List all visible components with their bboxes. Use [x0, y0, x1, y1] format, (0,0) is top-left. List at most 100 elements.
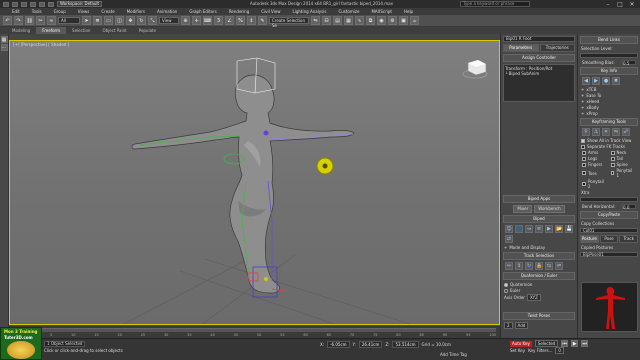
character-mesh[interactable] [131, 74, 355, 294]
ribbon-tab[interactable]: Selection [66, 27, 96, 34]
convert-icon[interactable]: ⇄ [505, 235, 513, 243]
fk-track-checkbox[interactable] [610, 171, 615, 175]
fk-track-option[interactable]: Ponytail 2 [582, 179, 608, 189]
load-file-icon[interactable]: 📂 [555, 225, 563, 233]
unlink-icon[interactable]: ✂ [36, 16, 45, 25]
align-icon[interactable]: ⊟ [322, 16, 331, 25]
copy-mode-tab[interactable]: Track [619, 235, 639, 243]
timeline-track[interactable] [29, 328, 496, 332]
fk-track-checkbox[interactable] [582, 162, 586, 167]
workspace-dropdown[interactable]: Workspace: Default [57, 1, 103, 7]
menu-item[interactable]: Edit [6, 8, 26, 15]
twist-poses-rollout[interactable]: Twist Poses [503, 312, 575, 320]
minimize-button[interactable]: – [602, 0, 614, 8]
key-filters-button[interactable]: Key Filters... [528, 348, 552, 353]
fk-track-option[interactable]: Toes [582, 168, 608, 178]
ribbon-tab[interactable]: Populate [133, 27, 162, 34]
edit-named-selection-icon[interactable]: ✎ [258, 16, 267, 25]
select-object-icon[interactable]: ➤ [82, 16, 91, 25]
y-coordinate-field[interactable]: 26.41cm [358, 341, 383, 348]
menu-item[interactable]: Help [398, 8, 419, 15]
anchor-icon[interactable]: ⚓ [592, 128, 600, 136]
body-rotation-icon[interactable]: ↻ [525, 262, 533, 270]
posture-field[interactable]: BipPose01 [580, 252, 638, 257]
selection-filter-dropdown[interactable]: All [58, 17, 80, 24]
fk-track-option[interactable]: Arms [582, 150, 608, 155]
track-selection-rollout[interactable]: Track Selection [503, 252, 575, 260]
graphite-ribbon-icon[interactable]: ▦ [344, 16, 353, 25]
play-icon[interactable]: ▶ [571, 340, 579, 347]
fk-track-option[interactable]: Neck [610, 150, 637, 155]
curve-editor-icon[interactable]: ∿ [355, 16, 364, 25]
select-by-name-icon[interactable]: ≣ [93, 16, 102, 25]
twist-pose-field[interactable]: 2 [504, 322, 513, 329]
viewport-layout-icon[interactable]: ▦ [0, 36, 8, 43]
delete-key-icon[interactable]: ✖ [612, 77, 620, 85]
save-file-icon[interactable] [30, 1, 36, 7]
auto-key-button[interactable]: Auto Key [510, 340, 532, 347]
menu-item[interactable]: MAXScript [365, 8, 398, 15]
new-file-icon[interactable] [12, 1, 18, 7]
render-production-icon[interactable]: ☕ [410, 16, 419, 25]
motion-tab[interactable]: Trajectories [539, 44, 575, 52]
key-info-item[interactable]: + xBody [581, 105, 637, 110]
select-scale-icon[interactable]: ⤡ [148, 16, 157, 25]
figure-mode-icon[interactable]: ☺ [505, 225, 513, 233]
next-key-icon[interactable]: ▶ [592, 77, 600, 85]
symmetrical-icon[interactable]: ⇆ [545, 262, 553, 270]
biped-playback-icon[interactable]: ▶ [545, 225, 553, 233]
go-end-icon[interactable]: ⏭ [581, 340, 589, 347]
fk-track-checkbox[interactable] [610, 156, 615, 161]
separate-fk-checkbox[interactable] [581, 144, 585, 149]
set-parents-icon[interactable]: ⚲ [582, 128, 590, 136]
clear-key-icon[interactable]: ✕ [602, 128, 610, 136]
object-name-field[interactable]: Bip01 R Foot [503, 36, 575, 42]
menu-item[interactable]: Rendering [223, 8, 255, 15]
perspective-viewport[interactable] [9, 40, 500, 325]
xtra-field[interactable] [580, 197, 638, 202]
percent-snap-icon[interactable]: % [236, 16, 245, 25]
ribbon-tab[interactable]: Modeling [6, 27, 36, 34]
ribbon-tab[interactable]: Object Paint [96, 27, 132, 34]
search-input[interactable]: Type a keyword or phrase [460, 1, 530, 7]
select-manipulate-icon[interactable]: ✛ [192, 16, 201, 25]
set-key-button[interactable]: Set Key [510, 348, 525, 353]
z-coordinate-field[interactable]: 53.514cm [392, 341, 419, 348]
motion-tab[interactable]: Parameters [503, 44, 539, 52]
redo-icon[interactable] [48, 1, 54, 7]
bend-links-rollout[interactable]: Bend Links [580, 36, 638, 44]
keyboard-shortcut-icon[interactable]: ⌨ [203, 16, 212, 25]
axis-order-dropdown[interactable]: XYZ [526, 294, 541, 301]
save-file-icon[interactable]: 💾 [565, 225, 573, 233]
snaps-toggle-icon[interactable]: 3 [214, 16, 223, 25]
fk-track-checkbox[interactable] [582, 156, 586, 161]
app-menu-icon[interactable] [3, 1, 9, 7]
timeline[interactable]: 0510152025303540455055606570758085909510… [9, 326, 500, 338]
pivot-center-icon[interactable]: ⊕ [181, 16, 190, 25]
close-button[interactable]: ✕ [626, 0, 638, 8]
undo-icon[interactable] [39, 1, 45, 7]
fk-track-option[interactable]: Legs [582, 156, 608, 161]
biped-apps-rollout[interactable]: Biped Apps [503, 195, 575, 203]
rectangular-selection-icon[interactable]: ▭ [104, 16, 113, 25]
fk-track-checkbox[interactable] [610, 162, 615, 167]
go-start-icon[interactable]: ⏮ [561, 340, 569, 347]
key-info-rollout[interactable]: Key Info [580, 67, 638, 75]
controller-tree[interactable]: Transform : Position/Rot └ Biped SubAnim [503, 64, 575, 102]
render-setup-icon[interactable]: ⚙ [388, 16, 397, 25]
copy-mode-tab[interactable]: Posture [580, 235, 599, 243]
key-info-item[interactable]: + xTCB [581, 87, 637, 92]
motion-flow-icon[interactable]: ↝ [525, 225, 533, 233]
bend-horizontal-field[interactable]: 0.0 [622, 204, 636, 210]
biped-app-button[interactable]: Mixer [513, 205, 533, 213]
mode-display-toggle[interactable]: + Mode and Display [504, 245, 574, 250]
menu-item[interactable]: Group [48, 8, 72, 15]
select-rotate-icon[interactable]: ↻ [137, 16, 146, 25]
quaternion-radio[interactable] [504, 282, 508, 287]
mixer-mode-icon[interactable]: ≡ [535, 225, 543, 233]
twist-add-button[interactable]: Add [514, 322, 529, 329]
spinner-snap-icon[interactable]: ⇕ [247, 16, 256, 25]
x-coordinate-field[interactable]: -6.05cm [327, 341, 350, 348]
quaternion-euler-rollout[interactable]: Quaternion / Euler [503, 272, 575, 280]
undo-icon[interactable]: ↶ [3, 16, 12, 25]
